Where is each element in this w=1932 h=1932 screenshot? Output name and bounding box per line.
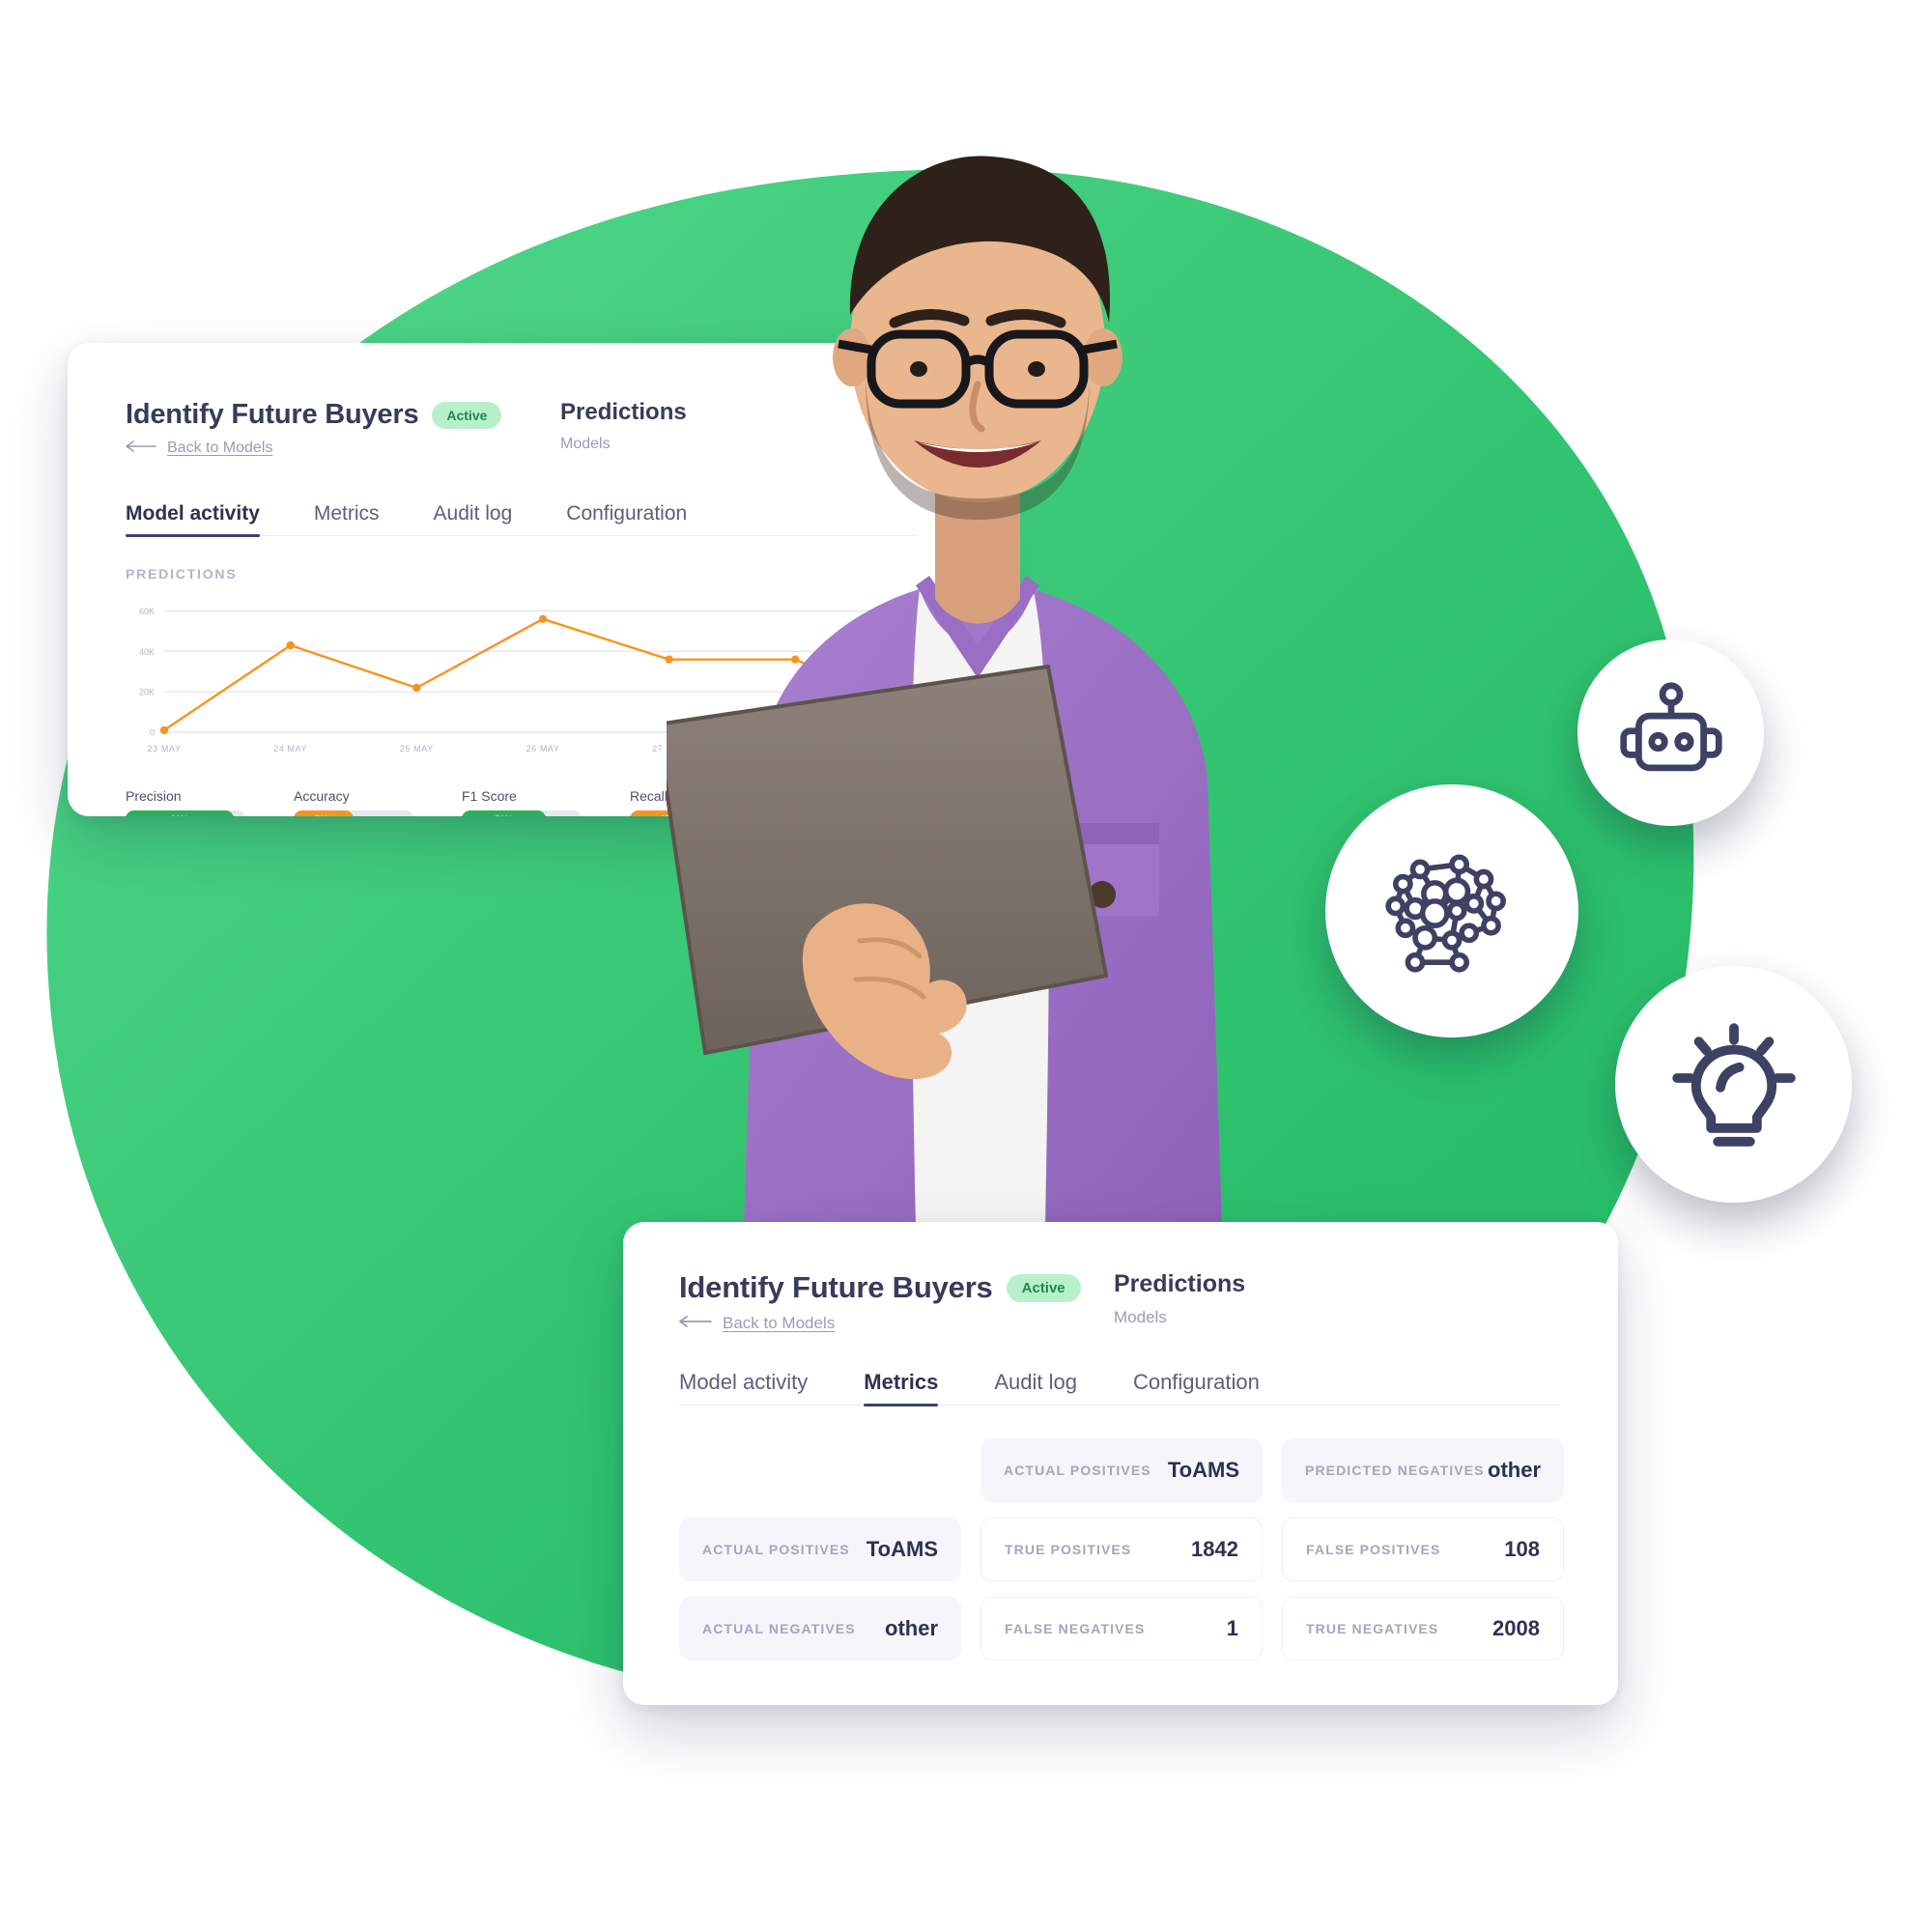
- arrow-left-icon: [126, 440, 158, 457]
- cell-value: ToAMS: [866, 1537, 938, 1561]
- card-tabs: Model activity Metrics Audit log Configu…: [679, 1370, 1560, 1406]
- cell-label: ACTUAL POSITIVES: [702, 1542, 850, 1557]
- matrix-cell-false-positives: FALSE POSITIVES 108: [1282, 1518, 1564, 1581]
- status-badge: Active: [1006, 1273, 1081, 1302]
- metric-f1-score: F1 Score 70%: [462, 788, 582, 816]
- tab-audit-log[interactable]: Audit log: [434, 502, 513, 535]
- cell-label: PREDICTED NEGATIVES: [1305, 1463, 1485, 1478]
- chart-point: [286, 640, 295, 650]
- matrix-header-actual-positives: ACTUAL POSITIVES ToAMS: [980, 1438, 1263, 1502]
- tab-audit-log[interactable]: Audit log: [994, 1370, 1077, 1405]
- chart-x-tick: 26 MAY: [526, 744, 560, 753]
- back-to-models-link[interactable]: Back to Models: [723, 1314, 835, 1333]
- matrix-cell-false-negatives: FALSE NEGATIVES 1: [980, 1597, 1263, 1661]
- section-title: Predictions: [1114, 1270, 1246, 1297]
- metric-label: F1 Score: [462, 788, 517, 804]
- metric-progress-fill: 90%: [126, 810, 234, 816]
- matrix-header-actual-positives-row: ACTUAL POSITIVES ToAMS: [679, 1518, 961, 1581]
- matrix-cell-true-negatives: TRUE NEGATIVES 2008: [1282, 1597, 1564, 1661]
- chart-x-tick: 23 MAY: [147, 744, 182, 753]
- table-row: ACTUAL POSITIVES ToAMS PREDICTED NEGATIV…: [679, 1438, 1618, 1502]
- tab-model-activity[interactable]: Model activity: [679, 1370, 808, 1405]
- chart-x-tick: 24 MAY: [273, 744, 308, 753]
- cell-label: TRUE POSITIVES: [1005, 1542, 1132, 1557]
- metric-label: Precision: [126, 788, 182, 804]
- svg-text:20K: 20K: [139, 688, 155, 697]
- metric-label: Accuracy: [294, 788, 350, 804]
- cell-label: FALSE POSITIVES: [1306, 1542, 1441, 1557]
- chart-point: [538, 614, 548, 624]
- metric-value: 50%: [315, 814, 332, 817]
- matrix-cell-empty: [679, 1438, 961, 1502]
- chart-point: [412, 683, 421, 693]
- confusion-matrix: ACTUAL POSITIVES ToAMS PREDICTED NEGATIV…: [679, 1438, 1618, 1661]
- cell-value: 1: [1226, 1616, 1238, 1640]
- arrow-left-icon: [679, 1315, 714, 1332]
- svg-text:60K: 60K: [139, 607, 155, 616]
- cell-label: FALSE NEGATIVES: [1005, 1621, 1146, 1636]
- tab-metrics[interactable]: Metrics: [864, 1370, 939, 1406]
- person-photo: [667, 87, 1285, 1227]
- tab-configuration[interactable]: Configuration: [1133, 1370, 1260, 1405]
- metric-progress-bar: 50%: [294, 810, 413, 816]
- matrix-header-actual-negatives-row: ACTUAL NEGATIVES other: [679, 1597, 961, 1661]
- neural-network-brain-icon: [1325, 784, 1578, 1037]
- cell-value: 1842: [1191, 1537, 1238, 1561]
- robot-icon: [1577, 639, 1764, 826]
- matrix-header-predicted-negatives: PREDICTED NEGATIVES other: [1282, 1438, 1564, 1502]
- chart-point: [159, 725, 169, 735]
- cell-value: other: [1488, 1458, 1541, 1482]
- metric-value: 70%: [495, 814, 512, 817]
- chart-x-tick: 25 MAY: [399, 744, 434, 753]
- metric-progress-bar: 70%: [462, 810, 582, 816]
- table-row: ACTUAL NEGATIVES other FALSE NEGATIVES 1…: [679, 1597, 1618, 1661]
- cell-label: ACTUAL POSITIVES: [1004, 1463, 1151, 1478]
- cell-value: ToAMS: [1167, 1458, 1239, 1482]
- metric-progress-bar: 90%: [126, 810, 245, 816]
- cell-value: 108: [1504, 1537, 1540, 1561]
- back-to-models-link[interactable]: Back to Models: [167, 440, 272, 457]
- tab-model-activity[interactable]: Model activity: [126, 502, 260, 537]
- svg-text:40K: 40K: [139, 647, 155, 657]
- cell-label: ACTUAL NEGATIVES: [702, 1621, 856, 1636]
- metric-value: 90%: [171, 814, 188, 817]
- metric-progress-fill: 70%: [462, 810, 546, 816]
- metric-progress-fill: 50%: [294, 810, 354, 816]
- cell-value: 2008: [1492, 1616, 1540, 1640]
- breadcrumb: Models: [1114, 1308, 1167, 1326]
- svg-text:0: 0: [150, 728, 155, 738]
- cell-value: other: [885, 1616, 938, 1640]
- table-row: ACTUAL POSITIVES ToAMS TRUE POSITIVES 18…: [679, 1518, 1618, 1581]
- cell-label: TRUE NEGATIVES: [1306, 1621, 1439, 1636]
- metrics-card: Identify Future Buyers Active Back to Mo…: [623, 1222, 1618, 1705]
- tab-metrics[interactable]: Metrics: [314, 502, 380, 535]
- metric-precision: Precision 90%: [126, 788, 245, 816]
- page-title: Identify Future Buyers: [126, 399, 419, 430]
- lightbulb-icon: [1615, 966, 1852, 1203]
- page-title: Identify Future Buyers: [679, 1270, 993, 1304]
- matrix-cell-true-positives: TRUE POSITIVES 1842: [980, 1518, 1263, 1581]
- metric-accuracy: Accuracy 50%: [294, 788, 413, 816]
- status-badge: Active: [432, 401, 502, 429]
- chart-y-axis-ticks: 0 20K 40K 60K: [139, 607, 155, 738]
